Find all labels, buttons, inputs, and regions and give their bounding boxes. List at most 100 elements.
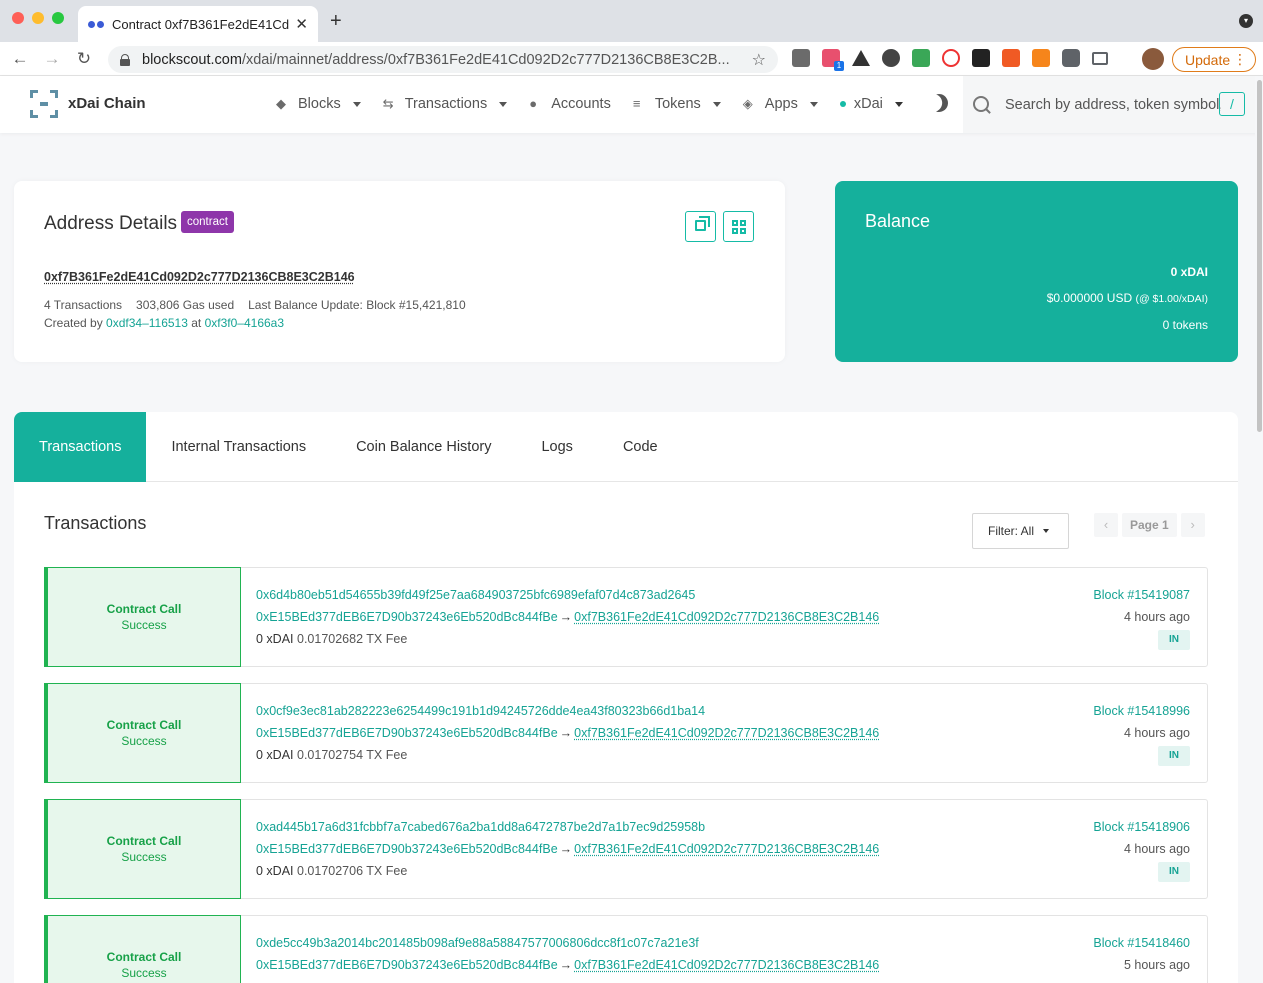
tx-block-link[interactable]: Block #15419087 [1093, 588, 1190, 602]
filter-label: Filter: All [988, 524, 1035, 538]
browser-menu-icon[interactable]: ⋮ [1233, 51, 1247, 68]
tx-block-link[interactable]: Block #15418906 [1093, 820, 1190, 834]
tx-from-link[interactable]: 0xE15BEd377dEB6E7D90b37243e6Eb520dBc844f… [256, 958, 558, 972]
tx-age: 4 hours ago [1123, 842, 1190, 856]
code-extension-icon[interactable] [792, 49, 810, 67]
blocked-extension-icon[interactable] [942, 49, 960, 67]
tx-route: 0xE15BEd377dEB6E7D90b37243e6Eb520dBc844f… [256, 958, 879, 972]
extension-with-badge-icon[interactable]: 1 [822, 49, 844, 71]
browser-update-button[interactable]: Update ⋮ [1172, 47, 1256, 72]
forward-icon[interactable]: → [36, 49, 68, 69]
reload-icon[interactable]: ↻ [68, 49, 100, 69]
dark-mode-moon-icon[interactable] [927, 91, 952, 116]
address-bar[interactable]: blockscout.com /xdai/mainnet/address/0xf… [108, 46, 778, 73]
chevron-down-icon [352, 101, 361, 107]
address-tabs-card: Transactions Internal Transactions Coin … [14, 412, 1238, 983]
tab-title: Contract 0xf7B361Fe2dE41Cd0 [112, 16, 290, 32]
tx-fee: 0.01702754 TX Fee [297, 748, 408, 762]
tx-type: Contract Call [106, 834, 182, 848]
tab-transactions[interactable]: Transactions [14, 412, 147, 482]
nav-accounts-label: Accounts [551, 96, 611, 112]
tx-fee: 0.01702682 TX Fee [297, 632, 408, 646]
transactions-list: Contract Call Success 0x6d4b80eb51d54655… [44, 567, 1208, 983]
page-indicator: Page 1 [1122, 513, 1177, 537]
warning-extension-icon[interactable] [852, 50, 870, 66]
tx-hash-link[interactable]: 0x6d4b80eb51d54655b39fd49f25e7aa68490372… [256, 588, 695, 602]
nav-tokens[interactable]: ≡ Tokens [633, 96, 721, 112]
url-host: blockscout.com [142, 51, 242, 68]
balance-title: Balance [865, 211, 931, 231]
tx-value: 0 xDAI [256, 632, 294, 646]
created-by-label: Created by [44, 316, 103, 330]
metamask-fox-icon[interactable] [1032, 49, 1050, 67]
tx-block-link[interactable]: Block #15418460 [1093, 936, 1190, 950]
tx-to-address[interactable]: 0xf7B361Fe2dE41Cd092D2c777D2136CB8E3C2B1… [574, 958, 879, 972]
nav-network[interactable]: xDai [839, 96, 903, 112]
tx-to-address[interactable]: 0xf7B361Fe2dE41Cd092D2c777D2136CB8E3C2B1… [574, 726, 879, 740]
brand-name[interactable]: xDai Chain [68, 95, 146, 112]
minimize-window-button[interactable] [32, 12, 44, 24]
nav-accounts[interactable]: ● Accounts [529, 96, 611, 112]
puzzle-extensions-icon[interactable] [1062, 49, 1080, 67]
maximize-window-button[interactable] [52, 12, 64, 24]
new-tab-icon[interactable]: + [330, 10, 342, 33]
tab-code[interactable]: Code [598, 412, 683, 482]
copy-address-button[interactable] [685, 211, 716, 242]
tab-logs[interactable]: Logs [516, 412, 597, 482]
profile-avatar[interactable] [1142, 48, 1164, 70]
transaction-row: Contract Call Success 0xde5cc49b3a2014bc… [44, 915, 1208, 983]
tx-to-address[interactable]: 0xf7B361Fe2dE41Cd092D2c777D2136CB8E3C2B1… [574, 842, 879, 856]
balance-tokens: 0 tokens [1162, 318, 1208, 332]
cast-icon[interactable] [1092, 51, 1108, 65]
browser-tab[interactable]: Contract 0xf7B361Fe2dE41Cd0 ✕ [78, 6, 318, 42]
tx-hash-link[interactable]: 0xad445b17a6d31fcbbf7a7cabed676a2ba1dd8a… [256, 820, 705, 834]
close-window-button[interactable] [12, 12, 24, 24]
tx-to-address[interactable]: 0xf7B361Fe2dE41Cd092D2c777D2136CB8E3C2B1… [574, 610, 879, 624]
url-path: /xdai/mainnet/address/0xf7B361Fe2dE41Cd0… [241, 51, 730, 68]
nav-apps[interactable]: ◈ Apps [743, 96, 818, 112]
pagination: ‹ Page 1 › [1094, 513, 1205, 537]
address-hash[interactable]: 0xf7B361Fe2dE41Cd092D2c777D2136CB8E3C2B1… [44, 270, 355, 284]
tx-from-link[interactable]: 0xE15BEd377dEB6E7D90b37243e6Eb520dBc844f… [256, 610, 558, 624]
tab-coin-balance-history[interactable]: Coin Balance History [331, 412, 516, 482]
arrow-right-icon: → [559, 842, 573, 856]
address-tabs: Transactions Internal Transactions Coin … [14, 412, 1238, 482]
tx-from-link[interactable]: 0xE15BEd377dEB6E7D90b37243e6Eb520dBc844f… [256, 842, 558, 856]
circle-extension-icon[interactable] [882, 49, 900, 67]
lock-icon [120, 53, 130, 66]
tx-age: 4 hours ago [1123, 610, 1190, 624]
nav-tokens-label: Tokens [654, 96, 701, 112]
balance-tokens-line: 0 tokens [1163, 318, 1208, 332]
close-tab-icon[interactable]: ✕ [295, 15, 308, 33]
creation-tx-link[interactable]: 0xf3f0–4166a3 [205, 316, 284, 330]
tab-search-icon[interactable]: ▾ [1239, 14, 1253, 28]
bookmark-star-icon[interactable]: ☆ [752, 50, 766, 70]
qr-code-button[interactable] [723, 211, 754, 242]
nav-network-label: xDai [853, 96, 883, 112]
address-details-title: Address Details [44, 213, 178, 234]
qr-code-icon [732, 220, 746, 234]
dots-extension-icon[interactable] [972, 49, 990, 67]
page-scrollbar-thumb[interactable] [1257, 80, 1262, 432]
nav-transactions[interactable]: ⇆ Transactions [383, 96, 508, 112]
back-icon[interactable]: ← [4, 49, 36, 69]
filter-dropdown[interactable]: Filter: All [972, 513, 1069, 549]
tx-hash-link[interactable]: 0x0cf9e3ec81ab282223e6254499c191b1d94245… [256, 704, 705, 718]
transactions-section-title: Transactions [44, 513, 147, 533]
tab-internal-transactions[interactable]: Internal Transactions [146, 412, 331, 482]
green-extension-icon[interactable] [912, 49, 930, 67]
nav-apps-label: Apps [764, 96, 798, 112]
update-label: Update [1185, 51, 1231, 68]
next-page-icon[interactable]: › [1180, 513, 1205, 537]
search-input[interactable] [1005, 96, 1221, 113]
tx-hash-link[interactable]: 0xde5cc49b3a2014bc201485b098af9e88a58847… [256, 936, 699, 950]
chart-extension-icon[interactable] [1002, 49, 1020, 67]
tx-age: 5 hours ago [1123, 958, 1190, 972]
xdai-logo-icon[interactable] [30, 90, 58, 118]
tx-block-link[interactable]: Block #15418996 [1093, 704, 1190, 718]
tx-from-link[interactable]: 0xE15BEd377dEB6E7D90b37243e6Eb520dBc844f… [256, 726, 558, 740]
previous-page-icon[interactable]: ‹ [1094, 513, 1118, 537]
chevron-down-icon [712, 101, 721, 107]
creator-address-link[interactable]: 0xdf34–116513 [106, 316, 188, 330]
nav-blocks[interactable]: ◆ Blocks [276, 96, 361, 112]
